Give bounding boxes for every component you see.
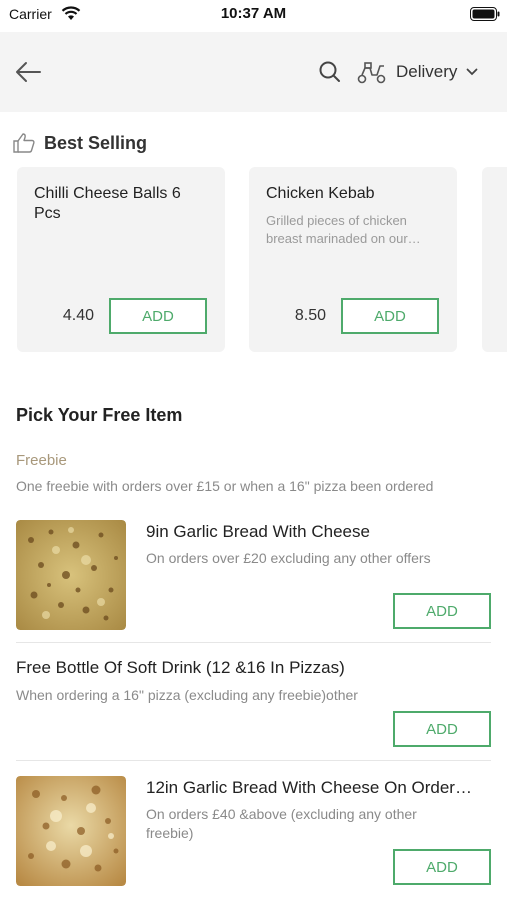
product-price: 8.50 [294,307,326,324]
product-description: Grilled pieces of chicken breast marinad… [266,213,421,246]
product-price: 4.40 [62,307,94,324]
best-selling-header: Best Selling [12,130,147,156]
add-button[interactable]: ADD [341,298,439,334]
product-name: Chilli Cheese Balls 6 Pcs [34,185,181,222]
best-selling-card[interactable]: Chicken Kebab Grilled pieces of chicken … [249,167,457,352]
item-description: When ordering a 16" pizza (excluding any… [16,687,358,703]
item-description: On orders over £20 excluding any other o… [146,550,431,566]
search-icon[interactable] [316,58,344,86]
top-nav-bar: Delivery [0,32,507,112]
status-time: 10:37 AM [220,5,287,22]
battery-icon [470,7,500,21]
thumbs-up-icon [13,133,35,153]
best-selling-card-peek[interactable] [482,167,507,352]
add-button[interactable]: ADD [393,593,491,629]
garlic-bread-image [16,520,126,630]
item-description: On orders £40 &above (excluding any othe… [146,806,417,841]
chevron-down-icon [467,68,478,76]
add-button[interactable]: ADD [109,298,207,334]
divider [16,760,491,761]
divider [16,642,491,643]
add-button[interactable]: ADD [393,711,491,747]
delivery-mode-selector[interactable]: Delivery [356,56,496,88]
best-selling-card[interactable]: Chilli Cheese Balls 6 Pcs 4.40 ADD [17,167,225,352]
product-name: Chicken Kebab [266,185,375,202]
menu-item[interactable]: Free Bottle Of Soft Drink (12 &16 In Piz… [16,658,491,750]
category-label: Freebie [16,452,67,469]
item-name: 9in Garlic Bread With Cheese [146,522,370,541]
section-title: Best Selling [44,132,148,153]
delivery-label: Delivery [396,62,458,81]
add-button[interactable]: ADD [393,849,491,885]
scooter-icon [357,62,386,84]
free-items-title: Pick Your Free Item [16,405,183,425]
garlic-bread-image [16,776,126,886]
back-button[interactable] [10,54,46,90]
menu-item[interactable]: 12in Garlic Bread With Cheese On Order… … [16,776,491,888]
item-name: 12in Garlic Bread With Cheese On Order… [146,778,472,797]
back-arrow-icon [16,62,41,82]
item-name: Free Bottle Of Soft Drink (12 &16 In Piz… [16,658,345,677]
menu-item[interactable]: 9in Garlic Bread With Cheese On orders o… [16,520,491,632]
status-bar: Carrier 10:37 AM [0,0,507,30]
category-description: One freebie with orders over £15 or when… [16,478,434,494]
